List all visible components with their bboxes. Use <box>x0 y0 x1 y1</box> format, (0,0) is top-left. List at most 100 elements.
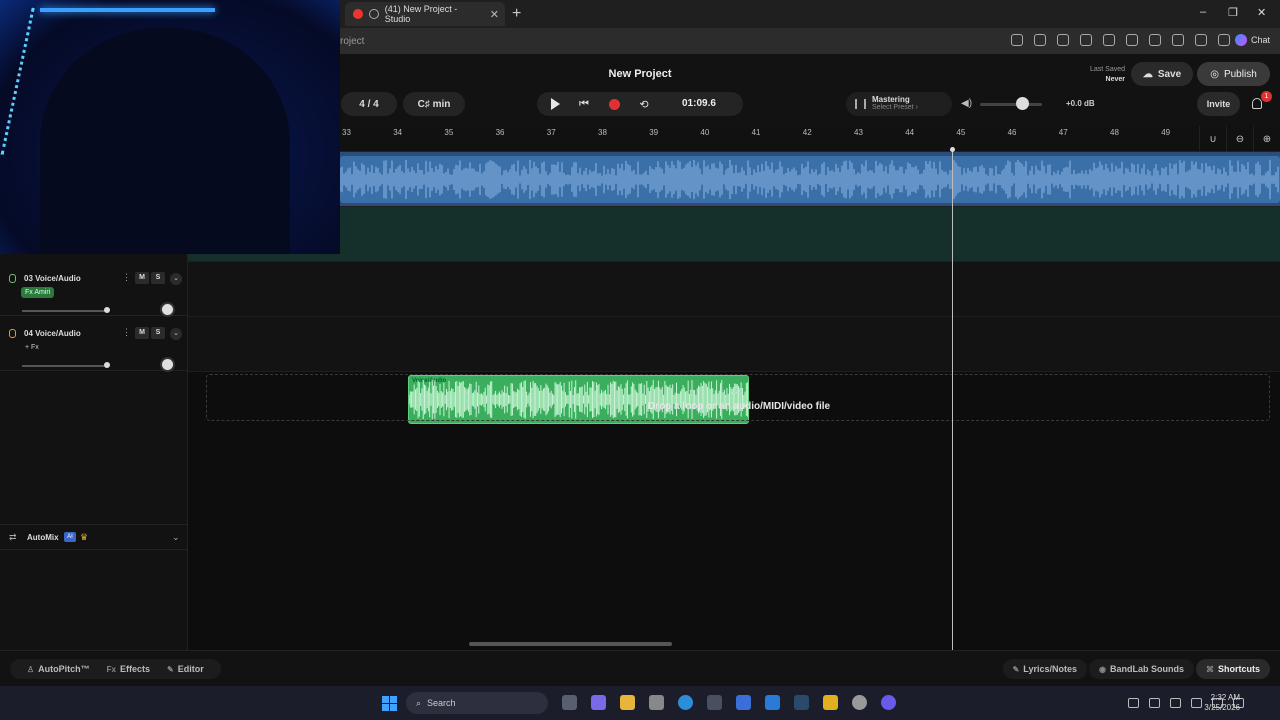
rockstar-icon[interactable] <box>823 695 838 710</box>
windows-start-icon[interactable] <box>382 696 397 711</box>
solo-button[interactable]: S <box>151 272 165 284</box>
publish-button[interactable]: ◎ Publish <box>1197 62 1270 86</box>
profile-icon[interactable] <box>1195 34 1207 46</box>
tab-title: (41) New Project - Studio <box>384 4 458 24</box>
bandlab-sounds-button[interactable]: ◉ BandLab Sounds <box>1089 659 1194 679</box>
save-button[interactable]: ☁ Save <box>1131 62 1193 86</box>
mail-icon[interactable] <box>765 695 780 710</box>
key-button[interactable]: C♯ min <box>403 92 465 116</box>
master-volume-handle[interactable] <box>1016 97 1029 110</box>
display-icon[interactable] <box>1191 698 1202 708</box>
track-menu-icon[interactable]: ⋮ <box>122 272 131 283</box>
pan-knob[interactable] <box>160 357 175 372</box>
mute-button[interactable]: M <box>135 327 149 339</box>
chevron-down-icon[interactable]: ⌄ <box>170 328 182 340</box>
close-window-button[interactable]: ✕ <box>1257 6 1266 19</box>
solo-button[interactable]: S <box>151 327 165 339</box>
record-icon <box>608 98 620 110</box>
more-icon[interactable] <box>1218 34 1230 46</box>
zoom-out-icon[interactable]: ⊖ <box>1226 126 1253 152</box>
automix-row[interactable]: ⇄ AutoMix AI ♛ ⌄ <box>0 524 188 550</box>
copilot-chat-button[interactable]: Chat <box>1234 34 1270 46</box>
horizontal-scrollbar[interactable] <box>469 642 672 646</box>
track-lane[interactable] <box>188 317 1280 372</box>
snap-magnet-icon[interactable]: ∪ <box>1199 126 1226 152</box>
app-icon[interactable] <box>1011 34 1023 46</box>
mastering-button[interactable]: Mastering Select Preset › <box>846 92 952 116</box>
track-name[interactable]: 03 Voice/Audio <box>24 274 81 283</box>
master-volume-slider[interactable] <box>980 103 1042 106</box>
track-volume-handle[interactable] <box>104 307 110 313</box>
app-icon[interactable] <box>852 695 867 710</box>
copilot-app-icon[interactable] <box>591 695 606 710</box>
track-header-03[interactable]: 03 Voice/Audio ⋮ M S ⌄ Fx Amiri <box>0 262 188 317</box>
reader-icon[interactable] <box>1080 34 1092 46</box>
track-name[interactable]: 04 Voice/Audio <box>24 329 81 338</box>
extensions-icon[interactable] <box>1103 34 1115 46</box>
bell-icon[interactable] <box>1252 98 1262 109</box>
file-explorer-icon[interactable] <box>620 695 635 710</box>
chevron-down-icon[interactable]: ⌄ <box>172 532 180 543</box>
track-volume-handle[interactable] <box>104 362 110 368</box>
url-text[interactable]: roject <box>340 36 364 47</box>
clock[interactable]: 2:32 AM 3/25/2026 <box>1204 693 1240 713</box>
arrangement-area[interactable]: Voice/Audio ♫ Drop a loop or an audio/MI… <box>188 152 1280 650</box>
track-lane[interactable]: Voice/Audio <box>188 262 1280 424</box>
invite-button[interactable]: Invite <box>1197 92 1240 116</box>
edge-browser-icon[interactable] <box>678 695 693 710</box>
chevron-down-icon[interactable]: ⌄ <box>170 273 182 285</box>
playhead-handle[interactable] <box>950 147 955 152</box>
mute-button[interactable]: M <box>135 272 149 284</box>
close-tab-icon[interactable]: ✕ <box>490 8 499 21</box>
drop-zone[interactable]: ♫ Drop a loop or an audio/MIDI/video fil… <box>206 374 1270 421</box>
favorite-star-icon[interactable] <box>1034 34 1046 46</box>
collections-icon[interactable] <box>1126 34 1138 46</box>
pan-knob[interactable] <box>160 302 175 317</box>
steam-icon[interactable] <box>794 695 809 710</box>
record-button[interactable] <box>606 96 622 112</box>
track-lane[interactable] <box>188 152 1280 207</box>
time-signature-button[interactable]: 4 / 4 <box>341 92 397 116</box>
skip-back-button[interactable]: ⏮ <box>576 96 592 112</box>
track-fx-chip[interactable]: Fx Amiri <box>21 287 55 298</box>
store-icon[interactable] <box>707 695 722 710</box>
favorites-icon[interactable] <box>1149 34 1161 46</box>
autopitch-button[interactable]: ♙ AutoPitch™ <box>20 664 97 674</box>
track-volume-slider[interactable] <box>22 310 108 312</box>
speaker-icon[interactable]: ◀) <box>961 98 972 109</box>
maximize-button[interactable]: ❐ <box>1228 6 1238 19</box>
track-menu-icon[interactable]: ⋮ <box>122 327 131 338</box>
ruler-tick-label: 41 <box>751 128 761 137</box>
new-tab-button[interactable]: + <box>512 5 521 23</box>
microphone-icon[interactable] <box>1170 698 1181 708</box>
mastering-preset: Select Preset › <box>872 104 918 111</box>
app-icon[interactable] <box>736 695 751 710</box>
loop-button[interactable]: ⟲ <box>636 96 652 112</box>
timeline-ruler[interactable]: 33 34 35 36 37 38 39 40 41 42 43 44 45 46 47 48 49 ∪ ⊖ ⊕ <box>340 126 1280 152</box>
microphone-icon <box>9 274 16 283</box>
add-fx-button[interactable]: + Fx <box>21 342 43 353</box>
minimize-button[interactable]: – <box>1200 6 1206 18</box>
audio-clip[interactable] <box>340 156 1280 203</box>
play-button[interactable] <box>547 96 563 112</box>
track-lane[interactable] <box>188 207 1280 314</box>
browser-tab[interactable]: (41) New Project - Studio ✕ <box>345 2 505 26</box>
zoom-in-icon[interactable]: ⊕ <box>1253 126 1280 152</box>
effects-button[interactable]: Fx Effects <box>100 664 157 674</box>
track-volume-slider[interactable] <box>22 365 108 367</box>
chevron-up-icon[interactable] <box>1128 698 1139 708</box>
discord-icon[interactable] <box>881 695 896 710</box>
camera-icon[interactable] <box>1149 698 1160 708</box>
track-header-04[interactable]: 04 Voice/Audio ⋮ M S ⌄ + Fx <box>0 317 188 372</box>
downloads-icon[interactable] <box>1172 34 1184 46</box>
settings-app-icon[interactable] <box>649 695 664 710</box>
editor-button[interactable]: ✎ Editor <box>160 664 211 674</box>
taskbar-search[interactable]: ⌕ Search <box>406 692 548 714</box>
ruler-tick-label: 45 <box>956 128 966 137</box>
read-aloud-icon[interactable] <box>1057 34 1069 46</box>
shortcuts-button[interactable]: ⌘ Shortcuts <box>1195 659 1270 679</box>
task-view-icon[interactable] <box>562 695 577 710</box>
cloud-upload-icon: ☁ <box>1142 68 1153 80</box>
playhead[interactable] <box>952 148 953 650</box>
lyrics-notes-button[interactable]: ✎ Lyrics/Notes <box>1002 659 1087 679</box>
